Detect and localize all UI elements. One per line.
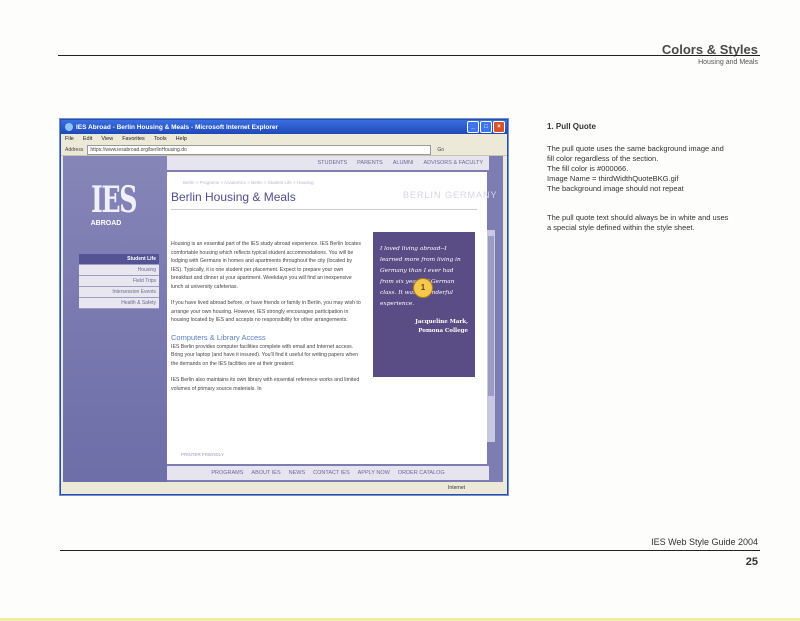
page-number: 25 (745, 556, 758, 568)
footer-guide-title: IES Web Style Guide 2004 (651, 537, 758, 547)
browser-window: IES Abroad - Berlin Housing & Meals - Mi… (60, 119, 508, 495)
site-logo[interactable]: IES (91, 182, 137, 218)
botnav-programs[interactable]: PROGRAMS (211, 470, 243, 476)
note-line: fill color regardless of the section. (547, 154, 659, 163)
page-viewport: IES ABROAD Student Life Housing Field Tr… (63, 156, 503, 482)
address-bar: Address https://www.iesabroad.org/berlin… (61, 144, 507, 156)
body-paragraph: IES Berlin provides computer facilities … (171, 343, 358, 367)
body-paragraph: Housing is an essential part of the IES … (171, 241, 362, 290)
quote-author: Jacqueline Mark, (415, 319, 468, 325)
note-line: a special style defined within the style… (547, 223, 695, 232)
menu-tools[interactable]: Tools (154, 136, 167, 142)
side-nav: Student Life Housing Field Trips Interse… (79, 254, 159, 309)
sidenav-intersession[interactable]: Intersession Events (79, 287, 159, 298)
botnav-apply[interactable]: APPLY NOW (358, 470, 390, 476)
notes-paragraph-1: The pull quote uses the same background … (547, 144, 762, 194)
site-page-title: Berlin Housing & Meals (171, 190, 296, 204)
botnav-contact[interactable]: CONTACT IES (313, 470, 349, 476)
browser-title: IES Abroad - Berlin Housing & Meals - Mi… (76, 123, 279, 131)
minimize-button[interactable]: _ (467, 121, 479, 133)
site-bottom-nav: PROGRAMS ABOUT IES NEWS CONTACT IES APPL… (167, 466, 489, 480)
topnav-advisors[interactable]: ADVISORS & FACULTY (424, 160, 484, 166)
menu-help[interactable]: Help (176, 136, 187, 142)
botnav-about[interactable]: ABOUT IES (251, 470, 280, 476)
botnav-catalog[interactable]: ORDER CATALOG (398, 470, 445, 476)
sidenav-health-safety[interactable]: Health & Safety (79, 298, 159, 309)
address-value: https://www.iesabroad.org/berlinHousing.… (90, 146, 187, 153)
breadcrumb[interactable]: Berlin > Programs > Academics > Berlin >… (183, 180, 313, 185)
sidenav-housing[interactable]: Housing (79, 265, 159, 276)
site-logo-sub: ABROAD (90, 220, 122, 227)
sidenav-student-life[interactable]: Student Life (79, 254, 159, 265)
site-left-panel: IES ABROAD Student Life Housing Field Tr… (63, 156, 167, 482)
pull-quote-text: I loved living abroad--I learned more fr… (380, 246, 461, 307)
scroll-thumb[interactable] (488, 236, 494, 396)
site-top-nav: STUDENTS PARENTS ALUMNI ADVISORS & FACUL… (167, 156, 489, 170)
note-line: The fill color is #000066. (547, 164, 629, 173)
menu-favorites[interactable]: Favorites (122, 136, 145, 142)
maximize-button[interactable]: □ (480, 121, 492, 133)
body-text: Housing is an essential part of the IES … (171, 240, 363, 401)
browser-titlebar: IES Abroad - Berlin Housing & Meals - Mi… (61, 120, 507, 134)
printer-friendly-link[interactable]: PRINTER FRIENDLY (181, 452, 224, 457)
menu-edit[interactable]: Edit (83, 136, 92, 142)
header-rule (58, 55, 760, 56)
callout-marker: 1 (413, 278, 433, 298)
ie-icon (65, 123, 73, 131)
security-zone: Internet (448, 484, 465, 491)
note-line: The pull quote uses the same background … (547, 144, 724, 153)
title-rule (171, 209, 477, 210)
address-label: Address (65, 146, 84, 153)
pull-quote: I loved living abroad--I learned more fr… (373, 232, 475, 377)
notes-column: 1. Pull Quote The pull quote uses the sa… (547, 122, 762, 242)
topnav-parents[interactable]: PARENTS (357, 160, 383, 166)
topnav-alumni[interactable]: ALUMNI (393, 160, 414, 166)
sidenav-field-trips[interactable]: Field Trips (79, 276, 159, 287)
menu-file[interactable]: File (65, 136, 74, 142)
note-line: The pull quote text should always be in … (547, 213, 729, 222)
address-input[interactable]: https://www.iesabroad.org/berlinHousing.… (87, 144, 432, 155)
scrollbar[interactable] (487, 230, 495, 442)
body-paragraph: IES Berlin also maintains its own librar… (171, 377, 360, 392)
page-subtitle: Housing and Meals (698, 59, 758, 66)
go-button[interactable]: Go (437, 147, 444, 153)
notes-heading: 1. Pull Quote (547, 122, 596, 131)
pull-quote-attribution: Jacqueline Mark, Pomona College (380, 318, 468, 336)
browser-status-bar: Internet (63, 483, 505, 492)
quote-school: Pomona College (418, 328, 468, 334)
menu-view[interactable]: View (101, 136, 113, 142)
botnav-news[interactable]: NEWS (289, 470, 306, 476)
close-button[interactable]: × (493, 121, 505, 133)
topnav-students[interactable]: STUDENTS (318, 160, 348, 166)
body-paragraph: If you have lived abroad before, or have… (171, 300, 361, 323)
footer-rule (60, 550, 760, 551)
section-watermark: BERLIN GERMANY (403, 190, 498, 200)
section-heading: Computers & Library Access (171, 332, 266, 342)
note-line: Image Name = thirdWidthQuoteBKG.gif (547, 174, 679, 183)
menu-bar: File Edit View Favorites Tools Help (61, 134, 507, 144)
notes-paragraph-2: The pull quote text should always be in … (547, 213, 762, 233)
window-controls: _ □ × (467, 121, 505, 133)
note-line: The background image should not repeat (547, 184, 684, 193)
